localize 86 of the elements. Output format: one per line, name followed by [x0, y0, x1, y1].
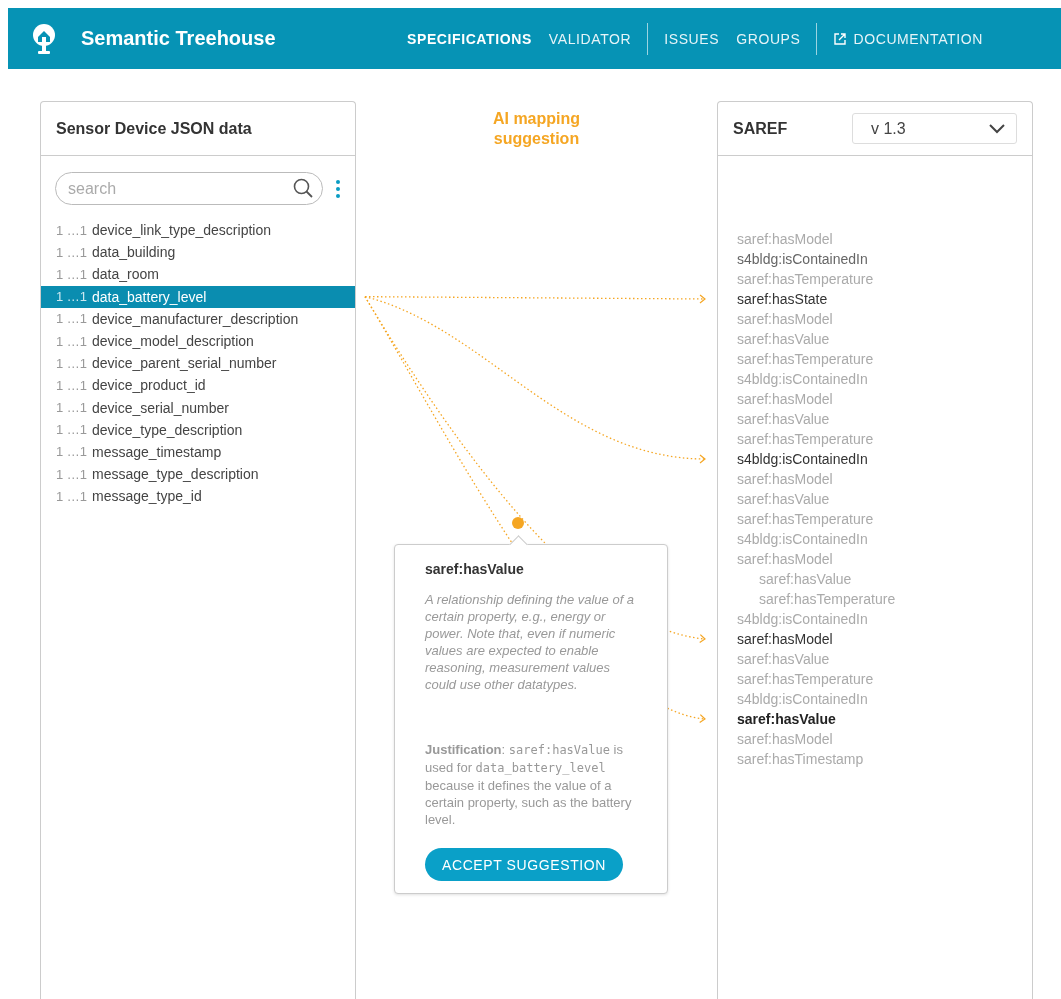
panel-title: Sensor Device JSON data: [56, 119, 252, 138]
accept-button[interactable]: ACCEPT SUGGESTION: [425, 848, 623, 881]
field-row[interactable]: 1 …1 message_type_description: [41, 463, 355, 486]
property-item[interactable]: saref:hasTemperature: [737, 669, 874, 689]
field-row[interactable]: 1 …1 data_room: [41, 263, 355, 286]
field-row[interactable]: 1 …1 device_model_description: [41, 329, 355, 353]
property-item[interactable]: saref:hasTemperature: [737, 269, 874, 289]
cardinality: 1 …1: [56, 289, 89, 305]
property-item[interactable]: s4bldg:isContainedIn: [737, 529, 868, 549]
field-name: device_serial_number: [92, 399, 229, 416]
search-field[interactable]: search: [55, 172, 323, 205]
field-name: message_type_id: [92, 488, 202, 505]
cardinality: 1 …1: [56, 222, 89, 238]
field-name: device_model_description: [92, 333, 254, 350]
panel-title: SAREF: [733, 119, 788, 138]
property-item[interactable]: saref:hasTemperature: [737, 349, 874, 369]
cardinality: 1 …1: [56, 444, 89, 460]
field-name: message_timestamp: [92, 443, 222, 460]
property-item[interactable]: saref:hasModel: [737, 309, 833, 329]
property-item[interactable]: s4bldg:isContainedIn: [737, 369, 868, 389]
field-name: data_building: [92, 244, 176, 261]
cardinality: 1 …1: [56, 355, 89, 371]
property-item[interactable]: saref:hasModel: [737, 469, 833, 489]
property-item[interactable]: saref:hasTemperature: [759, 589, 896, 609]
property-item[interactable]: s4bldg:isContainedIn: [737, 449, 868, 469]
property-item[interactable]: saref:hasValue: [737, 649, 830, 669]
property-item[interactable]: saref:hasValue: [737, 709, 836, 729]
section-heading: AI mapping suggestion: [491, 109, 582, 149]
field-name: data_room: [92, 266, 159, 283]
property-item[interactable]: saref:hasState: [737, 289, 828, 309]
cardinality: 1 …1: [56, 333, 89, 349]
version-dropdown[interactable]: v 1.3: [852, 113, 1017, 144]
nav-link[interactable]: SPECIFICATIONS: [407, 30, 532, 47]
property-item[interactable]: saref:hasTemperature: [737, 509, 874, 529]
external-link-icon: [833, 31, 848, 46]
search-icon: [292, 177, 314, 199]
cardinality: 1 …1: [56, 400, 89, 416]
cardinality: 1 …1: [56, 488, 89, 504]
field-row[interactable]: 1 …1 device_link_type_description: [41, 219, 355, 242]
menu-icon[interactable]: [335, 178, 341, 199]
field-name: data_battery_level: [92, 288, 207, 305]
field-row[interactable]: 1 …1 data_building: [41, 241, 355, 264]
property-item[interactable]: saref:hasValue: [759, 569, 852, 589]
justification-text: Justification: saref:hasValue is used for data_battery_level because it defines the value of a certain property, such as the battery level.: [425, 741, 633, 828]
cardinality: 1 …1: [56, 266, 89, 282]
field-row[interactable]: 1 …1 message_type_id: [41, 485, 355, 508]
field-row[interactable]: 1 …1 device_manufacturer_description: [41, 307, 355, 330]
field-row[interactable]: 1 …1 device_parent_serial_number: [41, 352, 355, 375]
field-name: device_product_id: [92, 377, 206, 394]
nav-link[interactable]: DOCUMENTATION: [833, 30, 983, 47]
field-row[interactable]: 1 …1 device_serial_number: [41, 396, 355, 419]
property-item[interactable]: saref:hasTimestamp: [737, 749, 864, 769]
field-row[interactable]: 1 …1 device_product_id: [41, 374, 355, 397]
property-item[interactable]: saref:hasValue: [737, 489, 830, 509]
nav-link[interactable]: GROUPS: [736, 30, 801, 47]
property-item[interactable]: saref:hasTemperature: [737, 429, 874, 449]
property-item[interactable]: saref:hasModel: [737, 629, 833, 649]
cardinality: 1 …1: [56, 422, 89, 438]
cardinality: 1 …1: [56, 244, 89, 260]
property-item[interactable]: s4bldg:isContainedIn: [737, 609, 868, 629]
nav-link[interactable]: VALIDATOR: [548, 30, 632, 47]
property-item[interactable]: saref:hasValue: [737, 409, 830, 429]
property-item[interactable]: saref:hasModel: [737, 729, 833, 749]
field-name: device_manufacturer_description: [92, 310, 299, 327]
chevron-down-icon: [988, 122, 1006, 135]
property-description: A relationship defining the value of a certain property, e.g., energy or power. Note that, even if numeric values are expected to enable reasoning, measurement values could use other datatypes.: [425, 591, 636, 693]
field-row[interactable]: 1 …1 device_type_description: [41, 418, 355, 441]
property-item[interactable]: s4bldg:isContainedIn: [737, 249, 868, 269]
cardinality: 1 …1: [56, 377, 89, 393]
property-item[interactable]: saref:hasModel: [737, 229, 833, 249]
field-row[interactable]: 1 …1 data_battery_level: [41, 285, 355, 308]
nav-link[interactable]: ISSUES: [664, 30, 720, 47]
anchor-dot: [512, 517, 524, 529]
property-item[interactable]: saref:hasModel: [737, 549, 833, 569]
field-name: device_link_type_description: [92, 222, 271, 239]
field-name: device_parent_serial_number: [92, 355, 277, 372]
field-name: message_type_description: [92, 466, 259, 483]
property-item[interactable]: saref:hasModel: [737, 389, 833, 409]
field-row[interactable]: 1 …1 message_timestamp: [41, 440, 355, 464]
cardinality: 1 …1: [56, 311, 89, 327]
field-name: device_type_description: [92, 421, 243, 438]
property-item[interactable]: s4bldg:isContainedIn: [737, 689, 868, 709]
cardinality: 1 …1: [56, 466, 89, 482]
property-item[interactable]: saref:hasValue: [737, 329, 830, 349]
app-title: Semantic Treehouse: [81, 27, 277, 50]
property-title: saref:hasValue: [425, 561, 525, 577]
